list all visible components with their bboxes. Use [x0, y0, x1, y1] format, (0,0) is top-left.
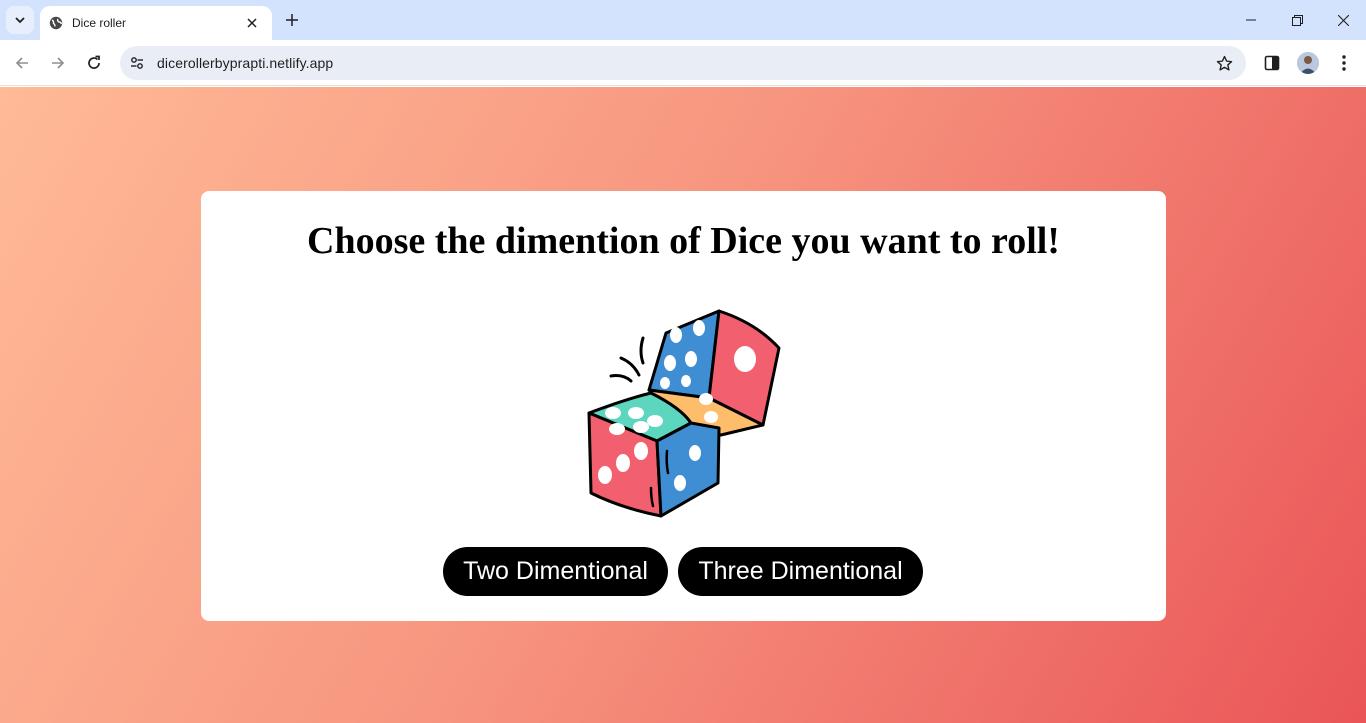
- dice-illustration-icon: [587, 309, 781, 518]
- tab-search-button[interactable]: [6, 6, 34, 34]
- arrow-right-icon: [52, 57, 65, 69]
- bookmark-star-icon[interactable]: [1212, 51, 1236, 75]
- side-panel-icon: [1264, 55, 1280, 71]
- back-button[interactable]: [6, 47, 38, 79]
- close-tab-icon[interactable]: [242, 13, 262, 33]
- avatar: [1297, 52, 1319, 74]
- plus-icon: [286, 14, 298, 26]
- tab-strip: Dice roller: [0, 0, 1366, 40]
- three-dimentional-button[interactable]: Three Dimentional: [678, 547, 923, 596]
- address-bar[interactable]: dicerollerbyprapti.netlify.app: [120, 46, 1246, 80]
- minimize-icon: [1246, 19, 1256, 21]
- restore-icon: [1291, 14, 1303, 26]
- new-tab-button[interactable]: [280, 8, 304, 32]
- globe-icon: [48, 15, 64, 31]
- url-text: dicerollerbyprapti.netlify.app: [157, 55, 334, 71]
- chevron-down-icon: [15, 17, 25, 24]
- restore-button[interactable]: [1274, 0, 1320, 40]
- profile-button[interactable]: [1292, 47, 1324, 79]
- browser-toolbar: dicerollerbyprapti.netlify.app: [0, 40, 1366, 86]
- site-settings-icon[interactable]: [122, 48, 152, 78]
- arrow-left-icon: [15, 57, 28, 69]
- reload-icon: [88, 55, 100, 69]
- more-vertical-icon: [1342, 55, 1346, 71]
- minimize-button[interactable]: [1228, 0, 1274, 40]
- page-viewport: Choose the dimention of Dice you want to…: [0, 87, 1366, 723]
- page-title: Choose the dimention of Dice you want to…: [307, 220, 1060, 262]
- tab-title: Dice roller: [72, 16, 127, 30]
- forward-button[interactable]: [42, 47, 74, 79]
- browser-tab[interactable]: Dice roller: [40, 6, 272, 40]
- dice-choice-card: Choose the dimention of Dice you want to…: [201, 191, 1166, 621]
- reload-button[interactable]: [78, 47, 110, 79]
- two-dimentional-button[interactable]: Two Dimentional: [443, 547, 668, 596]
- menu-button[interactable]: [1328, 47, 1360, 79]
- side-panel-button[interactable]: [1256, 47, 1288, 79]
- close-window-button[interactable]: [1320, 0, 1366, 40]
- close-icon: [1337, 14, 1349, 26]
